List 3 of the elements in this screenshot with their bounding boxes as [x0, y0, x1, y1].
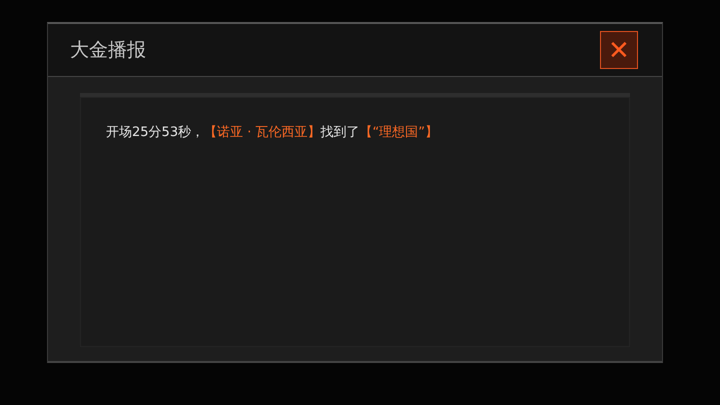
broadcast-message: 开场25分53秒，【诺亚 · 瓦伦西亚】找到了【“理想国”】 — [106, 124, 439, 141]
close-button[interactable]: ✕ — [600, 31, 638, 69]
dialog-title: 大金播报 — [70, 38, 146, 63]
